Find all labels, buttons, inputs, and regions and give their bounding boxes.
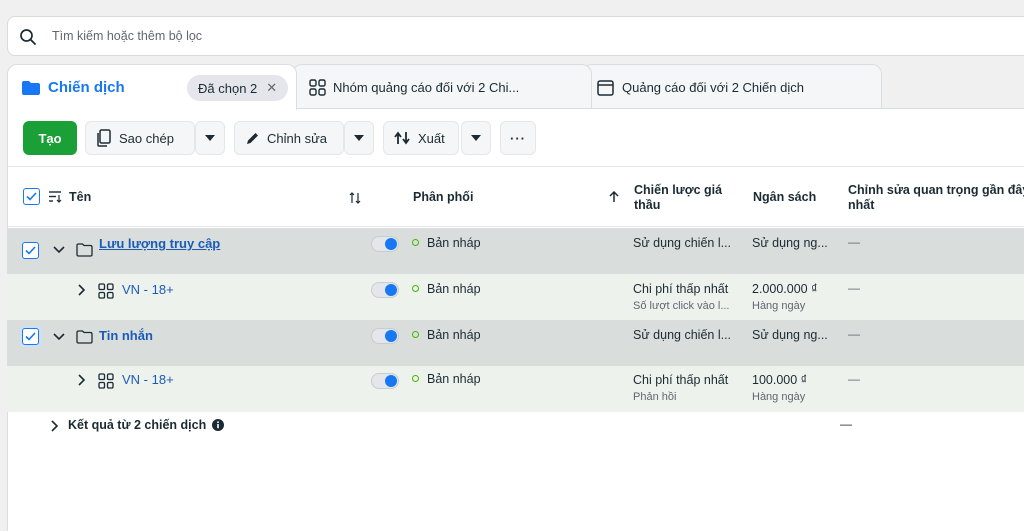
check-icon xyxy=(26,192,37,201)
selected-chip[interactable]: Đã chọn 2 ✕ xyxy=(187,75,289,101)
level-tabs: Quảng cáo đối với 2 Chiến dịch Nhóm quản… xyxy=(0,64,1024,110)
bid-strategy: Chi phí thấp nhất xyxy=(633,282,729,296)
tab-campaigns[interactable]: Chiến dịch Đã chọn 2 ✕ xyxy=(7,64,297,110)
export-dropdown-button[interactable] xyxy=(461,121,491,155)
ad-icon xyxy=(597,79,614,96)
sort-icon[interactable] xyxy=(349,192,361,204)
caret-down-icon xyxy=(354,135,364,141)
row-checkbox[interactable] xyxy=(22,242,39,259)
status-dot-icon xyxy=(412,375,419,382)
recent-edits: — xyxy=(848,327,860,341)
export-icon xyxy=(394,131,410,145)
table-header: Tên Phân phối Chiến lược giá thầu Ngân s… xyxy=(8,167,1024,227)
grid-icon xyxy=(309,79,326,96)
recent-edits: — xyxy=(848,372,860,386)
status-dot-icon xyxy=(412,331,419,338)
tab-campaigns-label: Chiến dịch xyxy=(48,79,125,96)
bid-strategy: Sử dụng chiến l... xyxy=(633,236,732,250)
info-icon[interactable] xyxy=(212,419,224,431)
search-icon xyxy=(20,29,36,45)
check-icon xyxy=(25,332,36,341)
status-toggle[interactable] xyxy=(371,328,399,344)
bid-strategy-sub: Số lượt click vào l... xyxy=(633,300,730,312)
row-checkbox[interactable] xyxy=(22,328,39,345)
delivery-status: Bản nháp xyxy=(412,236,481,250)
edit-button[interactable]: Chỉnh sửa xyxy=(234,121,344,155)
filter-lines-icon[interactable] xyxy=(48,190,62,203)
folder-icon xyxy=(22,80,40,95)
tab-ads-label: Quảng cáo đối với 2 Chiến dịch xyxy=(622,80,804,95)
more-options-button[interactable]: ··· xyxy=(500,121,536,155)
chevron-right-icon[interactable] xyxy=(78,374,86,386)
edit-label: Chỉnh sửa xyxy=(267,130,328,146)
status-toggle[interactable] xyxy=(371,373,399,389)
toolbar: Tạo Sao chép Chỉnh sửa Xuất ··· xyxy=(8,109,1024,167)
table-row[interactable]: VN - 18+ Bản nháp Chi phí thấp nhất Phản… xyxy=(7,366,1024,412)
delivery-status: Bản nháp xyxy=(412,282,481,296)
selected-chip-label: Đã chọn 2 xyxy=(198,80,258,96)
chevron-right-icon[interactable] xyxy=(51,420,59,432)
copy-button[interactable]: Sao chép xyxy=(85,121,195,155)
search-bar[interactable]: Tìm kiếm hoặc thêm bộ lọc xyxy=(7,16,1024,56)
status-dot-icon xyxy=(412,285,419,292)
chevron-right-icon[interactable] xyxy=(78,284,86,296)
budget-period: Hàng ngày xyxy=(752,300,806,312)
create-button[interactable]: Tạo xyxy=(23,121,77,155)
budget: Sử dụng ng... xyxy=(752,328,828,342)
tab-ads[interactable]: Quảng cáo đối với 2 Chiến dịch xyxy=(582,64,882,110)
budget: 2.000.000 ₫ xyxy=(752,282,818,296)
recent-edits: — xyxy=(848,281,860,295)
export-button[interactable]: Xuất xyxy=(383,121,459,155)
export-label: Xuất xyxy=(418,130,445,146)
column-delivery[interactable]: Phân phối xyxy=(413,190,473,205)
table-row[interactable]: Lưu lượng truy cập Bản nháp Sử dụng chiế… xyxy=(7,228,1024,274)
bid-strategy: Sử dụng chiến l... xyxy=(633,328,732,342)
caret-down-icon xyxy=(205,135,215,141)
bid-strategy: Chi phí thấp nhất xyxy=(633,373,729,387)
table-row[interactable]: VN - 18+ Bản nháp Chi phí thấp nhất Số l… xyxy=(7,274,1024,320)
campaign-name-link[interactable]: Lưu lượng truy cập xyxy=(99,236,220,251)
delivery-status: Bản nháp xyxy=(412,328,481,342)
caret-down-icon xyxy=(471,135,481,141)
status-toggle[interactable] xyxy=(371,282,399,298)
status-toggle[interactable] xyxy=(371,236,399,252)
campaign-name-link[interactable]: Tin nhắn xyxy=(99,328,153,343)
column-name[interactable]: Tên xyxy=(69,190,91,205)
recent-edits: — xyxy=(848,235,860,249)
chevron-down-icon[interactable] xyxy=(53,333,65,341)
grid-icon xyxy=(98,373,114,389)
chevron-down-icon[interactable] xyxy=(53,246,65,254)
pencil-icon xyxy=(247,132,258,144)
status-dot-icon xyxy=(412,239,419,246)
budget: Sử dụng ng... xyxy=(752,236,828,250)
column-recent-edits[interactable]: Chỉnh sửa quan trọng gần đây nhất xyxy=(848,183,1024,213)
check-icon xyxy=(25,246,36,255)
grid-icon xyxy=(98,283,114,299)
search-input[interactable]: Tìm kiếm hoặc thêm bộ lọc xyxy=(52,29,202,43)
select-all-checkbox[interactable] xyxy=(23,188,40,205)
arrow-up-icon[interactable] xyxy=(609,191,619,203)
copy-dropdown-button[interactable] xyxy=(195,121,225,155)
budget: 100.000 ₫ xyxy=(752,373,808,387)
results-summary-label: Kết quả từ 2 chiến dịch xyxy=(68,418,207,432)
table-row[interactable]: Tin nhắn Bản nháp Sử dụng chiến l... Sử … xyxy=(7,320,1024,366)
adset-name-link[interactable]: VN - 18+ xyxy=(122,372,174,387)
folder-outline-icon xyxy=(76,243,93,257)
tab-adsets-label: Nhóm quảng cáo đối với 2 Chi... xyxy=(333,80,520,95)
folder-outline-icon xyxy=(76,330,93,344)
delivery-status: Bản nháp xyxy=(412,372,481,386)
column-budget[interactable]: Ngân sách xyxy=(753,190,816,205)
edit-dropdown-button[interactable] xyxy=(344,121,374,155)
column-bid-strategy[interactable]: Chiến lược giá thầu xyxy=(634,183,722,213)
bid-strategy-sub: Phản hồi xyxy=(633,391,677,403)
results-summary-row[interactable]: Kết quả từ 2 chiến dịch — xyxy=(7,412,1024,440)
copy-label: Sao chép xyxy=(119,130,174,146)
adset-name-link[interactable]: VN - 18+ xyxy=(122,282,174,297)
copy-icon xyxy=(97,129,111,147)
close-icon[interactable]: ✕ xyxy=(266,80,277,96)
tab-adsets[interactable]: Nhóm quảng cáo đối với 2 Chi... xyxy=(292,64,592,110)
budget-period: Hàng ngày xyxy=(752,391,806,403)
summary-recent-edits: — xyxy=(840,417,852,431)
